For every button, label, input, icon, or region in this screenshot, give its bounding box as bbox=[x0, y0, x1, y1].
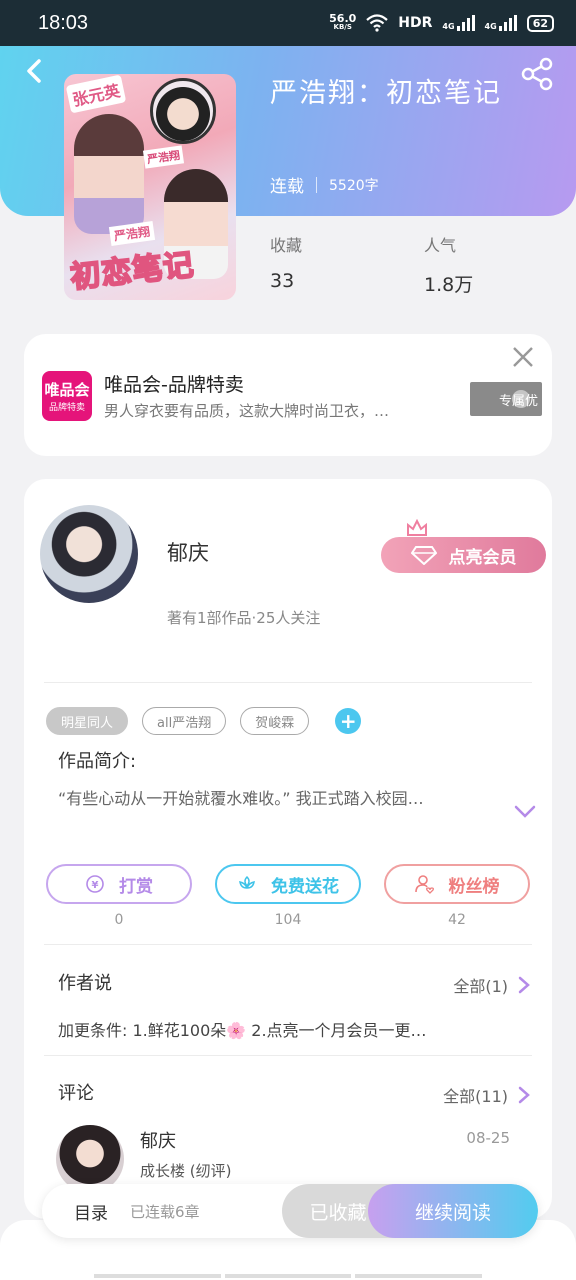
comments-all-link[interactable]: 全部(11) bbox=[443, 1083, 530, 1107]
stat-value: 1.8万 bbox=[424, 274, 474, 296]
flower-count: 104 bbox=[274, 912, 302, 928]
cover-tag: 严浩翔 bbox=[142, 145, 185, 169]
reward-button[interactable]: ¥ 打赏 bbox=[46, 864, 192, 904]
meta-divider bbox=[316, 176, 317, 193]
fan-ranking-button[interactable]: 粉丝榜 bbox=[384, 864, 530, 904]
stat-label: 收藏 bbox=[270, 236, 303, 255]
share-icon[interactable] bbox=[520, 56, 556, 92]
tag-item[interactable]: 贺峻霖 bbox=[240, 707, 310, 735]
back-icon[interactable] bbox=[20, 56, 48, 86]
add-tag-button[interactable]: + bbox=[335, 708, 362, 734]
author-avatar[interactable] bbox=[40, 505, 138, 603]
divider bbox=[44, 682, 532, 683]
divider bbox=[44, 944, 532, 945]
comment-text[interactable]: 成长楼 (纫评) bbox=[140, 1160, 231, 1181]
net-speed: 56.0 KB/S bbox=[329, 12, 357, 31]
svg-text:¥: ¥ bbox=[92, 880, 99, 891]
signal-1-icon: 4G bbox=[442, 15, 475, 31]
author-says-text[interactable]: 加更条件: 1.鲜花100朵🌸 2.点亮一个月会员一更… bbox=[58, 1017, 478, 1041]
commenter-name[interactable]: 郁庆 bbox=[140, 1127, 176, 1153]
wifi-icon bbox=[366, 14, 389, 32]
stat-favorites: 收藏 33 bbox=[270, 232, 302, 292]
book-title: 严浩翔：初恋笔记 bbox=[270, 78, 502, 109]
fan-count: 42 bbox=[448, 912, 466, 928]
reward-count: 0 bbox=[114, 912, 124, 928]
diamond-icon bbox=[410, 546, 437, 565]
fan-icon bbox=[414, 875, 434, 894]
ad-dot-icon bbox=[512, 390, 530, 408]
chevron-right-icon bbox=[518, 976, 530, 994]
author-info: 著有1部作品·25人关注 bbox=[167, 609, 321, 627]
cover-figure bbox=[74, 114, 144, 234]
book-status: 连载 bbox=[270, 177, 304, 197]
intro-text[interactable]: “有些心动从一开始就覆水难收。” 我正式踏入校园… bbox=[58, 787, 498, 811]
toc-button[interactable]: 目录 bbox=[74, 1199, 108, 1224]
comment-date: 08-25 bbox=[466, 1129, 510, 1147]
cover-tag: 张元英 bbox=[65, 74, 127, 114]
action-row: ¥ 打赏 0 免费送花 104 粉丝榜 42 bbox=[46, 864, 530, 928]
crown-icon bbox=[407, 519, 427, 536]
stat-label: 人气 bbox=[424, 236, 457, 255]
author-says-title: 作者说 bbox=[58, 973, 112, 994]
cover-title: 初恋笔记 bbox=[68, 247, 197, 297]
continue-reading-button[interactable]: 继续阅读 bbox=[368, 1184, 538, 1238]
book-detail-card: 郁庆 著有1部作品·25人关注 点亮会员 明星同人 all严浩翔 贺峻霖 + 作… bbox=[24, 479, 552, 1219]
book-meta: 连载 5520字 bbox=[270, 172, 379, 197]
tag-item[interactable]: all严浩翔 bbox=[142, 707, 227, 735]
divider bbox=[44, 1055, 532, 1056]
vip-button[interactable]: 点亮会员 bbox=[381, 537, 546, 573]
stat-value: 33 bbox=[270, 270, 295, 292]
author-says-all-link[interactable]: 全部(1) bbox=[453, 973, 530, 997]
comments-title: 评论 bbox=[58, 1083, 94, 1104]
bottom-action-bar: 目录 已连载6章 已收藏 继续阅读 bbox=[42, 1184, 538, 1238]
ad-logo: 唯品会 品牌特卖 bbox=[42, 371, 92, 421]
fans-action: 粉丝榜 42 bbox=[384, 864, 530, 928]
battery-icon: 62 bbox=[526, 14, 554, 32]
chevron-down-icon[interactable] bbox=[514, 805, 536, 819]
ad-banner[interactable]: 唯品会 品牌特卖 唯品会-品牌特卖 男人穿衣要有品质，这款大牌时尚卫衣，… 专属… bbox=[24, 334, 552, 456]
send-flower-button[interactable]: 免费送花 bbox=[215, 864, 361, 904]
tag-list: 明星同人 all严浩翔 贺峻霖 + bbox=[46, 707, 362, 735]
tag-item[interactable]: 明星同人 bbox=[46, 707, 129, 735]
signal-2-icon: 4G bbox=[485, 15, 517, 31]
author-name[interactable]: 郁庆 bbox=[167, 537, 209, 567]
status-bar: 18:03 56.0 KB/S HDR 4G 4G 62 bbox=[0, 0, 576, 46]
flower-icon bbox=[239, 875, 255, 889]
flower-action: 免费送花 104 bbox=[215, 864, 361, 928]
intro-label: 作品简介: bbox=[58, 751, 137, 772]
stat-popularity: 人气 1.8万 bbox=[424, 232, 473, 297]
bottom-tab-indicators bbox=[94, 1274, 483, 1278]
ad-title: 唯品会-品牌特卖 bbox=[104, 374, 244, 396]
ad-action-button[interactable]: 专属优 bbox=[470, 382, 542, 416]
status-time: 18:03 bbox=[38, 11, 89, 34]
commenter-avatar[interactable] bbox=[56, 1125, 124, 1193]
serial-chapter-count: 已连载6章 bbox=[130, 1202, 200, 1221]
book-cover[interactable]: 张元英 严浩翔 严浩翔 初恋笔记 bbox=[64, 74, 236, 300]
hd-label: HDR bbox=[398, 15, 433, 31]
status-icons: 56.0 KB/S HDR 4G 4G 62 bbox=[329, 12, 554, 32]
coin-icon: ¥ bbox=[86, 875, 104, 893]
close-icon[interactable] bbox=[512, 346, 534, 368]
chevron-right-icon bbox=[518, 1086, 530, 1104]
book-word-count: 5520字 bbox=[329, 177, 379, 194]
reward-action: ¥ 打赏 0 bbox=[46, 864, 192, 928]
ad-description: 男人穿衣要有品质，这款大牌时尚卫衣，… bbox=[104, 402, 390, 420]
cover-portrait bbox=[150, 78, 216, 144]
